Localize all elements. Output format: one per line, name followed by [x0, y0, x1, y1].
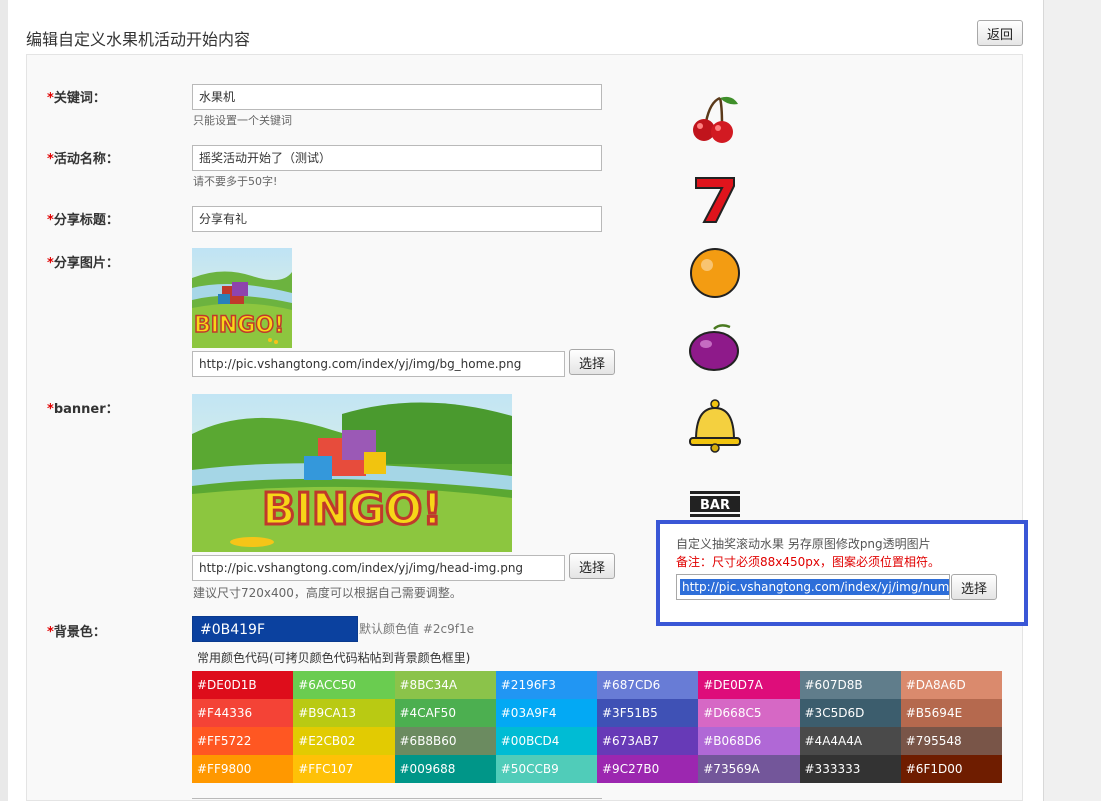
cherry-icon: [686, 90, 744, 148]
banner-label: *banner：: [47, 402, 119, 417]
fruit-image-url-input[interactable]: http://pic.vshangtong.com/index/yj/img/n…: [676, 574, 950, 600]
color-swatch[interactable]: #009688: [394, 755, 496, 783]
color-swatch[interactable]: #6F1D00: [900, 755, 1002, 783]
svg-text:BINGO!: BINGO!: [262, 484, 442, 535]
color-swatch[interactable]: #FF9800: [192, 755, 294, 783]
color-swatch[interactable]: #DA8A6D: [900, 671, 1002, 699]
orange-icon: [686, 244, 744, 302]
color-swatch[interactable]: #B9CA13: [293, 699, 395, 727]
common-colors-title: 常用颜色代码(可拷贝颜色代码粘帖到背景颜色框里): [197, 651, 471, 665]
bg-color-input[interactable]: #0B419F: [192, 616, 358, 642]
color-swatch[interactable]: #D668C5: [698, 699, 800, 727]
color-swatch[interactable]: #2196F3: [495, 671, 597, 699]
right-scroll-area: [1043, 0, 1101, 801]
fruit-image-panel: 自定义抽奖滚动水果 另存原图修改png透明图片 备注：尺寸必须88x450px，…: [656, 520, 1028, 626]
color-swatch[interactable]: #E2CB02: [293, 727, 395, 755]
color-swatch[interactable]: #DE0D7A: [698, 671, 800, 699]
color-swatch[interactable]: #03A9F4: [495, 699, 597, 727]
color-swatch[interactable]: #4CAF50: [394, 699, 496, 727]
color-swatch[interactable]: #607D8B: [799, 671, 901, 699]
share-image-select-button[interactable]: 选择: [569, 349, 615, 375]
color-swatch[interactable]: #FFC107: [293, 755, 395, 783]
color-swatch[interactable]: #4A4A4A: [799, 727, 901, 755]
color-swatch[interactable]: #673AB7: [597, 727, 699, 755]
color-swatch[interactable]: #FF5722: [192, 727, 294, 755]
color-swatch[interactable]: #6ACC50: [293, 671, 395, 699]
svg-text:BINGO!: BINGO!: [194, 313, 284, 338]
color-swatch[interactable]: #73569A: [698, 755, 800, 783]
share-image-label: *分享图片：: [47, 256, 119, 271]
default-color-text: 默认颜色值 #2c9f1e: [359, 622, 475, 636]
fruit-panel-note: 备注：尺寸必须88x450px，图案必须位置相符。: [676, 555, 940, 569]
color-swatch[interactable]: #9C27B0: [597, 755, 699, 783]
keyword-hint: 只能设置一个关键词: [193, 114, 292, 127]
color-swatch[interactable]: #00BCD4: [495, 727, 597, 755]
back-button[interactable]: 返回: [977, 20, 1023, 46]
activity-name-hint: 请不要多于50字!: [193, 175, 278, 188]
color-swatch[interactable]: #B5694E: [900, 699, 1002, 727]
keyword-label: *关键词：: [47, 91, 106, 106]
share-image-url-input[interactable]: http://pic.vshangtong.com/index/yj/img/b…: [192, 351, 565, 377]
fruit-image-select-button[interactable]: 选择: [951, 574, 997, 600]
banner-hint: 建议尺寸720x400，高度可以根据自己需要调整。: [193, 586, 462, 600]
share-image-preview: BINGO!: [192, 248, 292, 348]
left-sidebar-edge: [0, 0, 8, 801]
color-swatch[interactable]: #795548: [900, 727, 1002, 755]
fruit-panel-description: 自定义抽奖滚动水果 另存原图修改png透明图片: [676, 537, 931, 551]
share-title-input[interactable]: 分享有礼: [192, 206, 602, 232]
banner-select-button[interactable]: 选择: [569, 553, 615, 579]
plum-icon: [686, 319, 744, 377]
activity-name-input[interactable]: 摇奖活动开始了（测试）: [192, 145, 602, 171]
color-swatch[interactable]: #50CCB9: [495, 755, 597, 783]
color-swatch[interactable]: #3F51B5: [597, 699, 699, 727]
keyword-input[interactable]: 水果机: [192, 84, 602, 110]
color-swatch[interactable]: #B068D6: [698, 727, 800, 755]
banner-url-input[interactable]: http://pic.vshangtong.com/index/yj/img/h…: [192, 555, 565, 581]
next-field-input-edge[interactable]: [192, 798, 602, 809]
bg-color-label: *背景色：: [47, 625, 106, 640]
color-swatch[interactable]: #3C5D6D: [799, 699, 901, 727]
color-swatch[interactable]: #6B8B60: [394, 727, 496, 755]
color-swatch[interactable]: #F44336: [192, 699, 294, 727]
color-swatch-grid: #DE0D1B #6ACC50 #8BC34A #2196F3 #687CD6 #DE0D…: [192, 671, 1002, 783]
page-title: 编辑自定义水果机活动开始内容: [26, 30, 251, 49]
banner-image-preview: BINGO!: [192, 394, 512, 552]
color-swatch[interactable]: #8BC34A: [394, 671, 496, 699]
bell-icon: [686, 396, 744, 454]
activity-name-label: *活动名称：: [47, 152, 119, 167]
share-title-label: *分享标题：: [47, 213, 119, 228]
color-swatch[interactable]: #333333: [799, 755, 901, 783]
color-swatch[interactable]: #687CD6: [597, 671, 699, 699]
color-swatch[interactable]: #DE0D1B: [192, 671, 294, 699]
seven-icon: [686, 170, 744, 228]
svg-text:BAR: BAR: [700, 498, 730, 513]
